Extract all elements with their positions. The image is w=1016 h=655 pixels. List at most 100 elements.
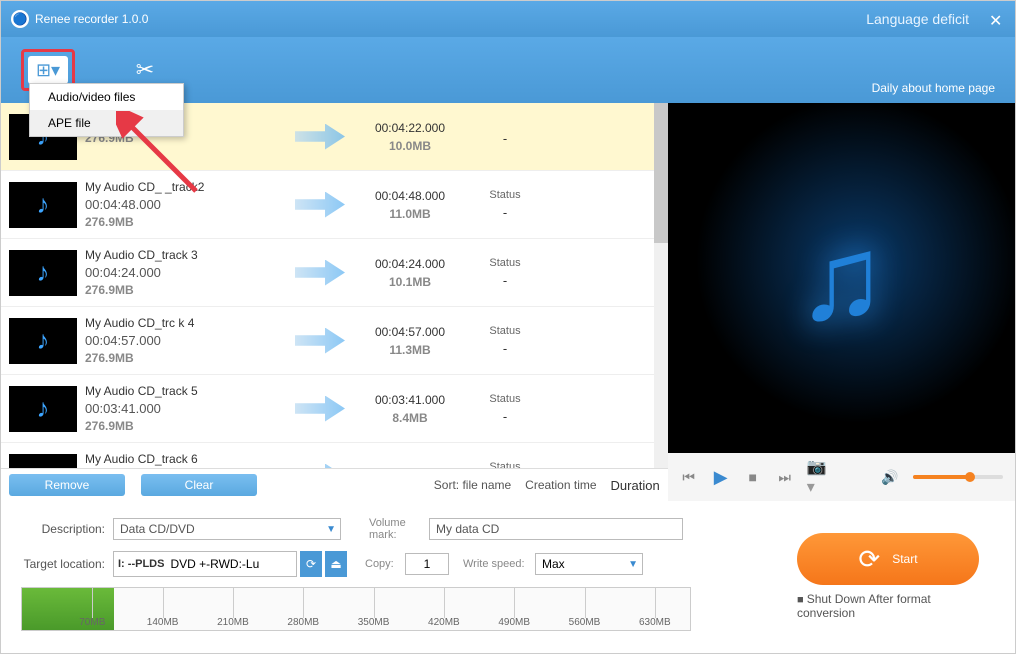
stop-icon[interactable]: ■ (744, 468, 762, 486)
track-row[interactable]: ♪ My Audio CD_track 600:04:00.000276.9MB 0… (1, 443, 668, 468)
music-note-icon: ♪ (37, 325, 50, 356)
output-meta: 00:04:00.000 (355, 468, 465, 469)
output-duration: 00:04:00.000 (355, 468, 465, 469)
chevron-down-icon: ▼ (628, 559, 638, 570)
status-col: Status- (465, 393, 545, 424)
status-col: Status- (465, 189, 545, 220)
status-col: Status- (465, 257, 545, 288)
output-meta: 00:04:22.00010.0MB (355, 121, 465, 153)
track-thumbnail: ♪ (9, 454, 77, 469)
output-meta: 00:03:41.000 8.4MB (355, 393, 465, 425)
output-meta: 00:04:24.00010.1MB (355, 257, 465, 289)
track-size: 276.9MB (85, 419, 285, 433)
dropdown-item-audiovideo[interactable]: Audio/video files (30, 84, 183, 110)
convert-arrow-icon (295, 464, 345, 469)
convert-arrow-icon (295, 192, 345, 218)
refresh-icon: ⟳ (858, 544, 880, 575)
convert-arrow-icon (295, 396, 345, 422)
music-note-icon: ♪ (37, 189, 50, 220)
add-file-dropdown: Audio/video files APE file (29, 83, 184, 137)
output-duration: 00:04:57.000 (355, 325, 465, 339)
content-area: ♪ 276.9MB 00:04:22.00010.0MB- ♪ My Audio CD_… (1, 103, 1015, 501)
list-footer: Remove Clear Sort: file name Creation ti… (1, 468, 668, 501)
output-duration: 00:04:48.000 (355, 189, 465, 203)
output-size: 10.1MB (355, 275, 465, 289)
language-link[interactable]: Language deficit (866, 11, 969, 27)
track-row[interactable]: ♪My Audio CD_ _track200:04:48.000276.9MB… (1, 171, 668, 239)
track-row[interactable]: ♪My Audio CD_trc k 400:04:57.000276.9MB0… (1, 307, 668, 375)
status-label: Status (465, 189, 545, 201)
track-name: My Audio CD_track 3 (85, 248, 285, 262)
status-label: Status (465, 461, 545, 468)
play-icon[interactable]: ▶ (712, 468, 730, 486)
description-select[interactable]: Data CD/DVD▼ (113, 518, 341, 540)
ruler-tick-label: 280MB (287, 617, 319, 628)
output-size: 8.4MB (355, 411, 465, 425)
track-list: ♪ 276.9MB 00:04:22.00010.0MB- ♪ My Audio CD_… (1, 103, 668, 468)
volume-mark-input[interactable]: My data CD (429, 518, 683, 540)
refresh-drive-button[interactable]: ⟳ (300, 551, 322, 577)
copy-label: Copy: (365, 558, 405, 570)
track-list-panel: ♪ 276.9MB 00:04:22.00010.0MB- ♪ My Audio CD_… (1, 103, 668, 501)
volume-icon[interactable]: 🔊 (881, 468, 899, 486)
track-row[interactable]: ♪My Audio CD_track 500:03:41.000276.9MB0… (1, 375, 668, 443)
convert-arrow-icon (295, 328, 345, 354)
track-name: My Audio CD_trc k 4 (85, 316, 285, 330)
status-label: Status (465, 325, 545, 337)
sort-creation[interactable]: Creation time (525, 478, 596, 492)
close-icon[interactable]: ✕ (989, 11, 1005, 27)
shutdown-checkbox-label[interactable]: Shut Down After format conversion (797, 593, 979, 621)
volume-slider[interactable] (913, 475, 1003, 479)
track-duration: 00:03:41.000 (85, 401, 285, 416)
copy-input[interactable]: 1 (405, 553, 449, 575)
track-meta: My Audio CD_track 5 00:03:41.000 276.9MB (85, 384, 285, 433)
prev-icon[interactable]: ⏮ (680, 468, 698, 486)
status-value: - (465, 131, 545, 146)
track-meta: My Audio CD_ _track200:04:48.000276.9MB (85, 180, 285, 229)
preview-panel: ♫ ⏮ ▶ ■ ⏭ 📷▾ 🔊 (668, 103, 1015, 501)
sort-controls: Sort: file name Creation time Duration (434, 478, 660, 493)
target-location-select[interactable]: I: --PLDSDVD +-RWD:-Lu (113, 551, 297, 577)
player-controls: ⏮ ▶ ■ ⏭ 📷▾ 🔊 (668, 453, 1015, 501)
status-col: Status- (465, 461, 545, 468)
volume-mark-label: Volume mark: (369, 517, 429, 541)
bottom-panel: Description: Data CD/DVD▼ Volume mark: M… (1, 501, 1015, 655)
scrollbar-track[interactable] (654, 103, 668, 468)
music-note-icon: ♫ (796, 209, 886, 347)
track-duration: 00:04:24.000 (85, 265, 285, 280)
convert-arrow-icon (295, 260, 345, 286)
music-note-icon: ♪ (37, 461, 50, 468)
write-speed-select[interactable]: Max▼ (535, 553, 643, 575)
track-duration: 00:04:48.000 (85, 197, 285, 212)
status-col: - (465, 127, 545, 146)
ruler-tick-label: 210MB (217, 617, 249, 628)
status-col: Status- (465, 325, 545, 356)
cut-button[interactable] (125, 56, 165, 84)
clear-button[interactable]: Clear (141, 474, 257, 496)
scissors-icon (125, 56, 165, 84)
sort-filename[interactable]: Sort: file name (434, 478, 511, 492)
camera-icon[interactable]: 📷▾ (808, 468, 826, 486)
output-duration: 00:03:41.000 (355, 393, 465, 407)
preview-image: ♫ (668, 103, 1015, 453)
daily-link[interactable]: Daily about home page (872, 81, 995, 95)
next-icon[interactable]: ⏭ (776, 468, 794, 486)
app-title: Renee recorder 1.0.0 (35, 12, 148, 26)
output-size: 11.3MB (355, 343, 465, 357)
remove-button[interactable]: Remove (9, 474, 125, 496)
track-name: My Audio CD_track 5 (85, 384, 285, 398)
start-button[interactable]: ⟳ Start (797, 533, 979, 585)
track-meta: My Audio CD_track 300:04:24.000276.9MB (85, 248, 285, 297)
scrollbar-thumb[interactable] (654, 103, 668, 243)
ruler-tick-label: 560MB (569, 617, 601, 628)
ruler-tick-label: 420MB (428, 617, 460, 628)
track-thumbnail: ♪ (9, 318, 77, 364)
dropdown-item-ape[interactable]: APE file (30, 110, 183, 136)
output-meta: 00:04:57.000 11.3MB (355, 325, 465, 357)
track-row[interactable]: ♪My Audio CD_track 300:04:24.000276.9MB0… (1, 239, 668, 307)
track-meta: My Audio CD_track 600:04:00.000276.9MB (85, 452, 285, 468)
chevron-down-icon: ▼ (326, 524, 336, 535)
track-size: 276.9MB (85, 215, 285, 229)
sort-duration[interactable]: Duration (611, 478, 660, 493)
eject-button[interactable]: ⏏ (325, 551, 347, 577)
